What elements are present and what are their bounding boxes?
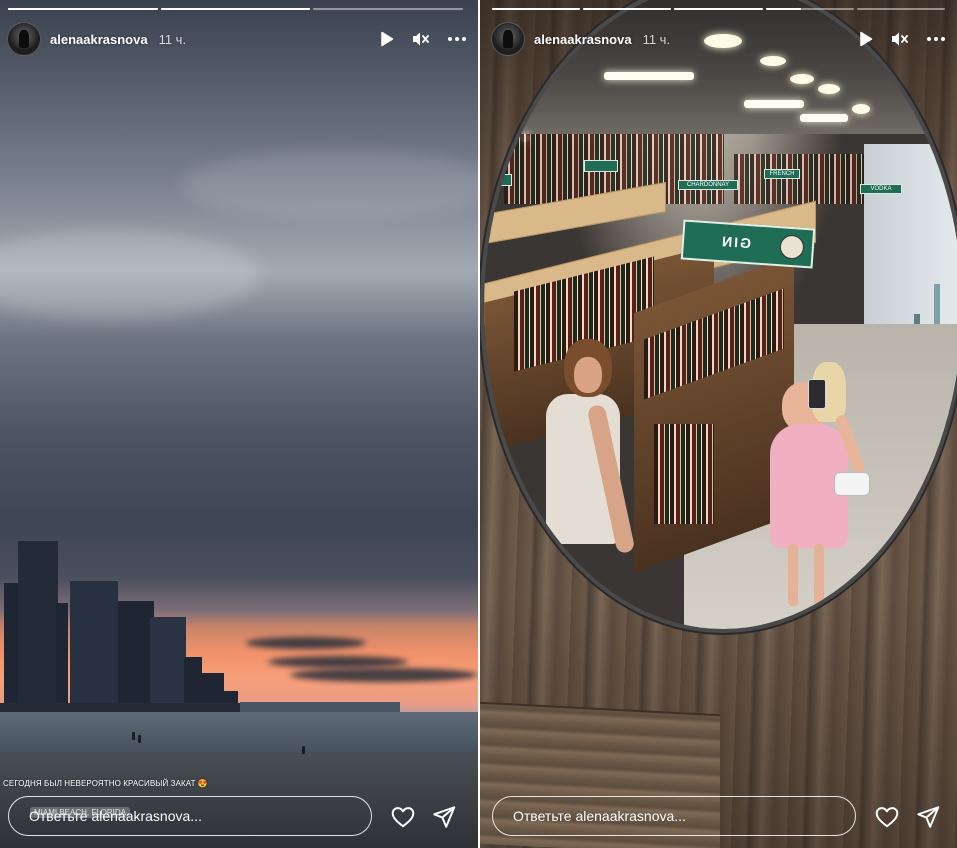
play-icon[interactable] xyxy=(859,31,873,47)
gin-label: GIN xyxy=(719,233,752,252)
post-time: 11 ч. xyxy=(158,31,187,47)
ceiling-light xyxy=(800,114,848,122)
avatar[interactable] xyxy=(491,22,525,56)
sign-logo xyxy=(779,234,805,260)
play-icon[interactable] xyxy=(380,31,394,47)
mute-icon[interactable] xyxy=(891,31,909,47)
heart-icon[interactable] xyxy=(874,804,900,830)
distant-buildings xyxy=(240,702,400,712)
username[interactable]: alenaakrasnova xyxy=(534,32,632,47)
ceiling-light xyxy=(744,100,804,108)
story-progress-bar xyxy=(8,8,464,10)
progress-segment xyxy=(765,8,854,10)
city-skyline xyxy=(0,533,260,713)
more-icon[interactable] xyxy=(448,37,466,41)
story-panel-1[interactable]: СЕГОДНЯ БЫЛ НЕВЕРОЯТНО КРАСИВЫЙ ЗАКАТ 😍 … xyxy=(0,0,478,848)
aisle-sign: VODKA xyxy=(860,184,902,194)
story-caption: СЕГОДНЯ БЫЛ НЕВЕРОЯТНО КРАСИВЫЙ ЗАКАТ 😍 xyxy=(3,779,208,788)
progress-segment xyxy=(160,8,311,10)
mute-icon[interactable] xyxy=(412,31,430,47)
send-icon[interactable] xyxy=(915,804,941,830)
aisle-sign xyxy=(584,160,618,172)
wine-shelf xyxy=(654,424,714,524)
progress-segment xyxy=(583,8,672,10)
progress-segment xyxy=(674,8,763,10)
person-silhouette xyxy=(132,732,135,740)
ceiling-spotlight xyxy=(818,84,840,94)
ceiling-spotlight xyxy=(852,104,870,114)
ceiling-light xyxy=(604,72,694,80)
cloud xyxy=(246,637,366,649)
person-silhouette xyxy=(138,735,141,743)
aisle-sign xyxy=(484,174,512,186)
story-header: alenaakrasnova 11 ч. xyxy=(7,22,466,56)
progress-segment xyxy=(313,8,464,10)
reply-input[interactable] xyxy=(492,796,856,836)
cloud xyxy=(268,656,408,668)
story-progress-bar xyxy=(492,8,946,10)
wine-shelf xyxy=(734,154,874,204)
store-ceiling xyxy=(484,0,957,134)
username[interactable]: alenaakrasnova xyxy=(50,32,148,47)
progress-segment xyxy=(8,8,158,10)
person-silhouette xyxy=(302,746,305,754)
security-mirror-photo: CHARDONNAY FRENCH VODKA GIN xyxy=(480,0,957,633)
more-icon[interactable] xyxy=(927,37,945,41)
progress-segment xyxy=(856,8,946,10)
aisle-sign: CHARDONNAY xyxy=(678,180,738,190)
man-face xyxy=(574,357,602,393)
reply-input[interactable] xyxy=(8,796,372,836)
woman-leg xyxy=(788,544,798,606)
woman-leg xyxy=(814,544,824,606)
handbag xyxy=(834,472,870,496)
heart-icon[interactable] xyxy=(390,804,416,830)
ceiling-spotlight xyxy=(790,74,814,84)
aisle-sign: FRENCH xyxy=(764,169,800,179)
avatar[interactable] xyxy=(7,22,41,56)
phone xyxy=(808,379,826,409)
post-time: 11 ч. xyxy=(642,31,671,47)
progress-segment xyxy=(492,8,581,10)
ceiling-spotlight xyxy=(760,56,786,66)
cloud xyxy=(290,668,478,682)
send-icon[interactable] xyxy=(431,804,457,830)
story-panel-2[interactable]: CHARDONNAY FRENCH VODKA GIN alenaakrasno… xyxy=(480,0,957,848)
story-header: alenaakrasnova 11 ч. xyxy=(491,22,945,56)
